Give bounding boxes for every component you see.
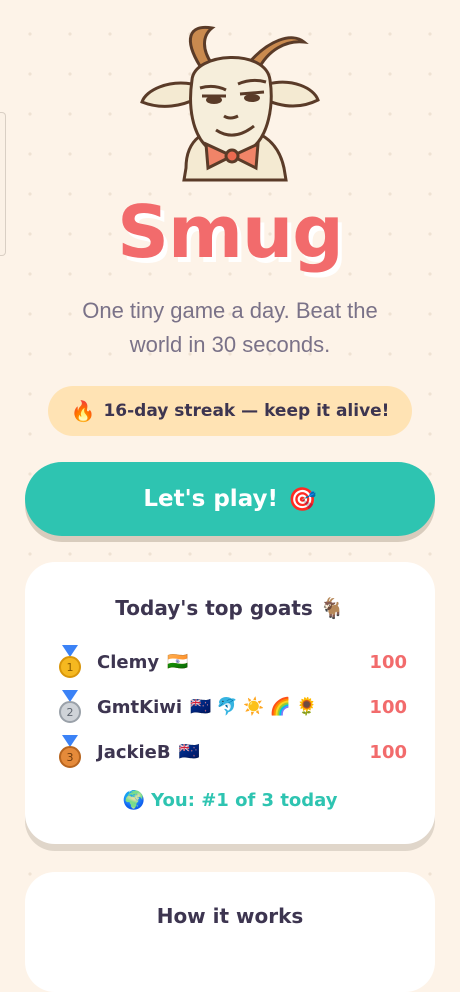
leaderboard-row: 1 Clemy 🇮🇳 100 [57,644,407,680]
bronze-medal-icon: 3 [59,735,81,768]
svg-text:3: 3 [67,751,74,764]
player-flag: 🇮🇳 [167,652,189,672]
player-flag: 🇳🇿 🐬 ☀️ 🌈 🌻 [190,697,318,717]
app-title: Smug [117,190,344,274]
leaderboard-row: 2 GmtKiwi 🇳🇿 🐬 ☀️ 🌈 🌻 100 [57,689,407,725]
leaderboard-title: Today's top goats 🐐 [25,596,435,620]
goat-mascot-icon [128,18,332,188]
play-button-label: Let's play! [143,486,278,512]
your-rank: 🌍 You: #1 of 3 today [25,790,435,811]
globe-icon: 🌍 [122,790,145,811]
fire-icon: 🔥 [70,399,96,423]
your-rank-text: You: #1 of 3 today [151,790,338,811]
player-name: GmtKiwi [97,696,183,718]
svg-text:1: 1 [67,661,74,674]
svg-text:2: 2 [67,706,74,719]
streak-badge: 🔥 16-day streak — keep it alive! [48,386,412,436]
player-score: 100 [369,651,407,673]
player-name: JackieB [97,741,171,763]
leaderboard-card: Today's top goats 🐐 1 Clemy 🇮🇳 100 2 Gmt… [25,562,435,844]
tagline: One tiny game a day. Beat the world in 3… [82,298,378,357]
player-name: Clemy [97,651,160,673]
leaderboard-row: 3 JackieB 🇳🇿 100 [57,734,407,770]
how-it-works-card: How it works [25,872,435,992]
gold-medal-icon: 1 [59,645,81,678]
how-it-works-title: How it works [156,904,304,928]
player-flag: 🇳🇿 [178,742,200,762]
player-score: 100 [369,741,407,763]
target-icon: 🎯 [288,486,317,513]
player-score: 100 [369,696,407,718]
silver-medal-icon: 2 [59,690,81,723]
streak-text: 16-day streak — keep it alive! [103,401,390,421]
leaderboard-title-text: Today's top goats [115,596,313,620]
play-button[interactable]: Let's play! 🎯 [25,462,435,536]
goat-icon: 🐐 [319,596,345,620]
